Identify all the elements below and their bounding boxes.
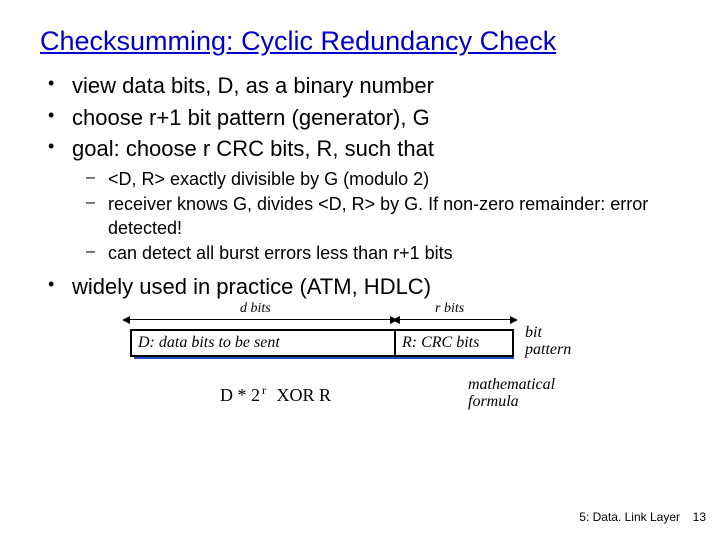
sub-bullet-list: <D, R> exactly divisible by G (modulo 2)… — [86, 168, 680, 266]
bullet-list: view data bits, D, as a binary number ch… — [46, 71, 680, 301]
sub-bullet-item: can detect all burst errors less than r+… — [86, 242, 680, 265]
bullet-item: view data bits, D, as a binary number — [46, 71, 680, 101]
sub-bullet-item: <D, R> exactly divisible by G (modulo 2) — [86, 168, 680, 191]
r-bits-label: r bits — [435, 301, 464, 317]
bit-pattern-label: bit pattern — [525, 325, 571, 359]
bit-pattern-box: D: data bits to be sent R: CRC bits — [130, 329, 514, 357]
footer-text: 5: Data. Link Layer — [579, 510, 680, 524]
sub-bullet-item: receiver knows G, divides <D, R> by G. I… — [86, 193, 680, 240]
bullet-item: goal: choose r CRC bits, R, such that — [46, 134, 680, 164]
box-r-label: R: CRC bits — [396, 331, 512, 355]
formula-rest: XOR R — [272, 385, 331, 405]
arrow-d-bits — [130, 319, 390, 320]
formula-exponent: r — [262, 383, 266, 397]
formula-text: D * 2r XOR R — [220, 383, 331, 406]
box-d-label: D: data bits to be sent — [132, 331, 396, 355]
arrow-r-bits — [400, 319, 510, 320]
d-bits-label: d bits — [240, 301, 271, 317]
crc-figure: d bits r bits D: data bits to be sent R:… — [130, 307, 590, 419]
slide-title: Checksumming: Cyclic Redundancy Check — [40, 26, 680, 57]
page-number: 13 — [693, 510, 706, 524]
bullet-item: widely used in practice (ATM, HDLC) — [46, 272, 680, 302]
bullet-item: choose r+1 bit pattern (generator), G — [46, 103, 680, 133]
formula-label: mathematical formula — [468, 377, 555, 411]
formula-d: D * 2 — [220, 385, 260, 405]
